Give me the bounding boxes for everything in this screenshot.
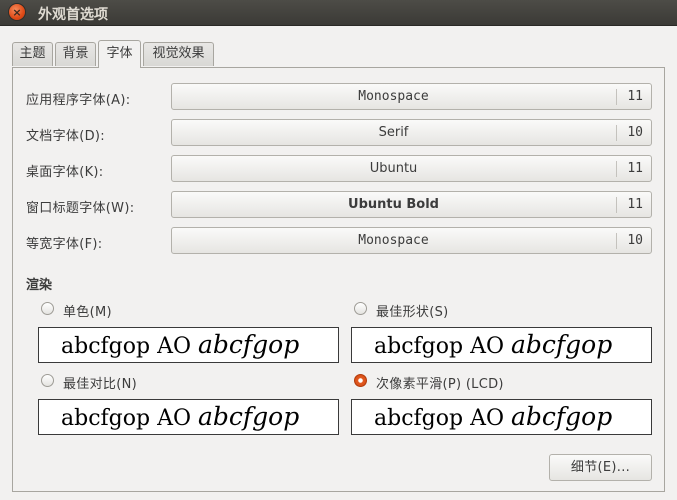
radio-button-checked[interactable] [354,374,367,387]
preview-best-shapes[interactable]: abcfgop AO abcfgop [351,327,652,363]
font-name: Monospace [358,233,429,248]
preview-text: abcfgop AO [374,334,511,359]
radio-button[interactable] [41,302,54,315]
radio-label: 最佳形状(S) [376,305,449,320]
preview-italic-text: abcfgop [197,330,300,359]
details-button[interactable]: 细节(E)... [549,454,652,481]
font-row-monospace: 等宽字体(F): Monospace 10 [26,227,652,255]
preview-italic-text: abcfgop [197,402,300,431]
radio-label: 单色(M) [63,305,112,320]
document-font-button[interactable]: Serif 10 [171,119,652,146]
window-title-font-button[interactable]: Ubuntu Bold 11 [171,191,652,218]
radio-label: 次像素平滑(P) (LCD) [376,377,504,392]
font-row-window-title: 窗口标题字体(W): Ubuntu Bold 11 [26,191,652,219]
radio-button[interactable] [41,374,54,387]
font-label: 窗口标题字体(W): [26,201,135,216]
separator [616,197,617,213]
rendering-section-title: 渲染 [26,278,53,293]
font-name: Serif [378,125,409,140]
radio-button[interactable] [354,302,367,315]
preview-monochrome[interactable]: abcfgop AO abcfgop [38,327,339,363]
font-name: Ubuntu Bold [348,197,439,212]
font-name: Ubuntu [369,161,418,176]
window-title: 外观首选项 [38,7,108,23]
font-label: 应用程序字体(A): [26,93,131,108]
separator [616,233,617,249]
separator [616,89,617,105]
tab-fonts[interactable]: 字体 [98,40,141,68]
preview-subpixel-smoothing[interactable]: abcfgop AO abcfgop [351,399,652,435]
close-icon[interactable]: × [9,4,25,20]
font-size: 10 [627,125,643,140]
font-label: 桌面字体(K): [26,165,104,180]
monospace-font-button[interactable]: Monospace 10 [171,227,652,254]
tab-theme[interactable]: 主题 [12,42,53,66]
preview-text: abcfgop AO [61,406,198,431]
application-font-button[interactable]: Monospace 11 [171,83,652,110]
desktop-font-button[interactable]: Ubuntu 11 [171,155,652,182]
font-row-application: 应用程序字体(A): Monospace 11 [26,83,652,111]
radio-label: 最佳对比(N) [63,377,137,392]
preview-text: abcfgop AO [374,406,511,431]
font-row-desktop: 桌面字体(K): Ubuntu 11 [26,155,652,183]
preview-best-contrast[interactable]: abcfgop AO abcfgop [38,399,339,435]
font-size: 10 [627,233,643,248]
separator [616,125,617,141]
font-row-document: 文档字体(D): Serif 10 [26,119,652,147]
tab-visual-effects[interactable]: 视觉效果 [143,42,214,66]
font-name: Monospace [358,89,429,104]
preview-italic-text: abcfgop [510,330,613,359]
font-label: 文档字体(D): [26,129,105,144]
preview-italic-text: abcfgop [510,402,613,431]
preview-text: abcfgop AO [61,334,198,359]
font-size: 11 [627,161,643,176]
title-bar: × 外观首选项 [0,0,677,26]
tab-background[interactable]: 背景 [55,42,96,66]
font-size: 11 [627,197,643,212]
separator [616,161,617,177]
font-size: 11 [627,89,643,104]
font-label: 等宽字体(F): [26,237,103,252]
